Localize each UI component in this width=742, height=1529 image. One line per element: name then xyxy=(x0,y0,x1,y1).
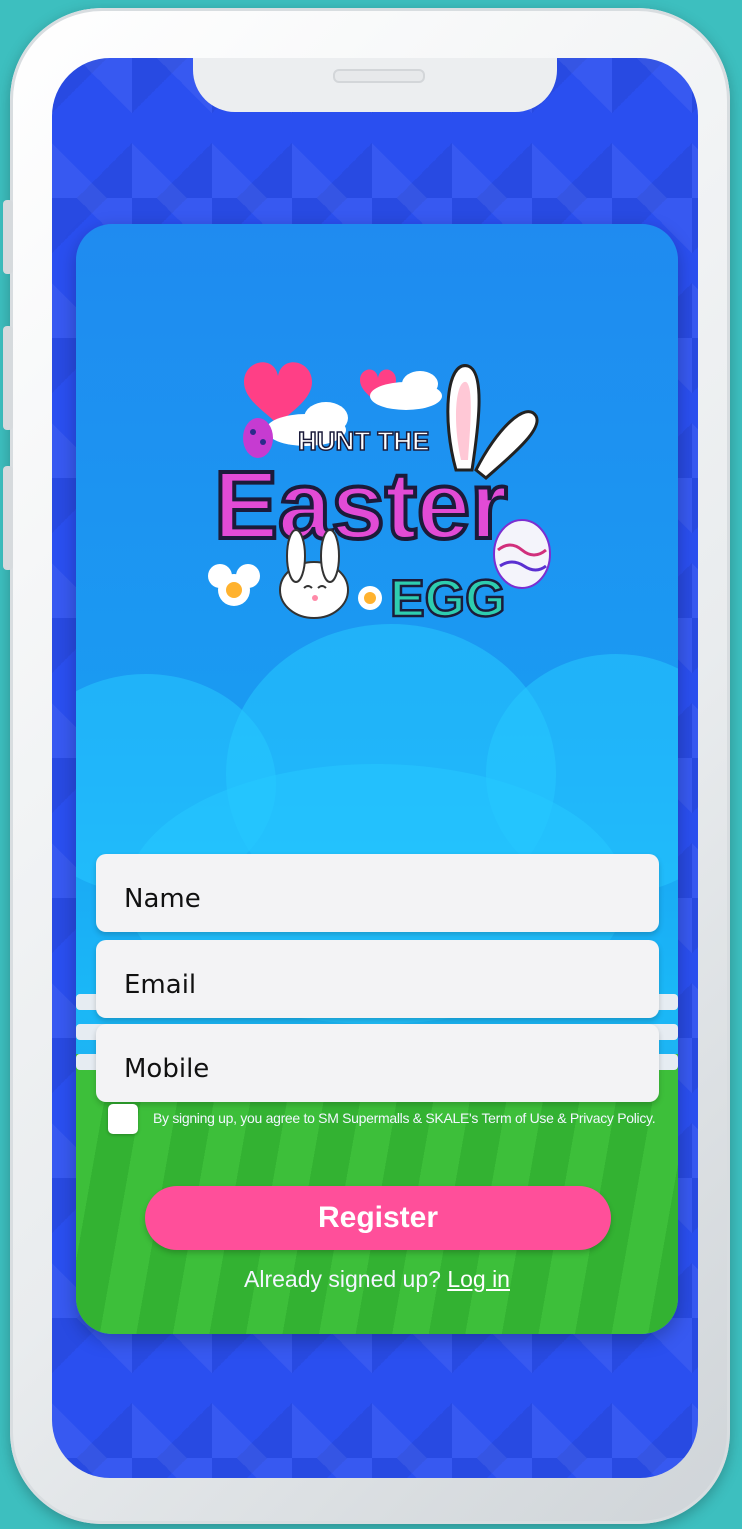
email-input[interactable] xyxy=(96,940,659,1018)
speaker-grille xyxy=(333,69,425,83)
mobile-input[interactable] xyxy=(96,1024,659,1102)
registration-card: HUNT THE Easter EGG By signi xyxy=(76,224,678,1334)
logo-line-egg: EGG xyxy=(390,570,506,628)
terms-consent-text: By signing up, you agree to SM Supermall… xyxy=(153,1110,656,1126)
mute-switch xyxy=(3,200,13,274)
phone-notch xyxy=(193,58,557,112)
register-button[interactable]: Register xyxy=(145,1186,611,1250)
volume-up-button xyxy=(3,326,13,430)
terms-checkbox[interactable] xyxy=(108,1104,138,1134)
already-signed-up-text: Already signed up? xyxy=(244,1266,441,1292)
flower-icon xyxy=(358,586,382,610)
easter-egg-icon xyxy=(493,519,551,589)
login-prompt: Already signed up? Log in xyxy=(76,1266,678,1293)
name-input[interactable] xyxy=(96,854,659,932)
hunt-the-easter-egg-logo: HUNT THE Easter EGG xyxy=(208,362,551,629)
flower-icon xyxy=(208,564,260,606)
volume-down-button xyxy=(3,466,13,570)
terms-consent-row: By signing up, you agree to SM Supermall… xyxy=(108,1102,668,1136)
login-link[interactable]: Log in xyxy=(447,1266,510,1292)
logo-line-easter: Easter xyxy=(214,452,508,559)
